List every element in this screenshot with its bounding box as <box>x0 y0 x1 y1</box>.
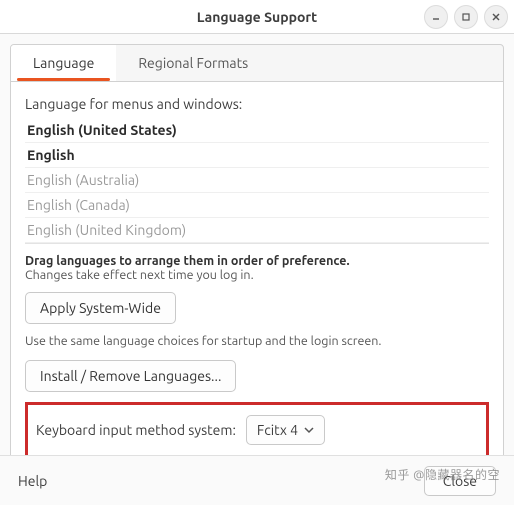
close-label: Close <box>443 473 477 489</box>
language-panel: Language for menus and windows: English … <box>10 82 504 477</box>
help-button[interactable]: Help <box>18 473 47 489</box>
list-item[interactable]: English (United States) <box>25 118 489 143</box>
keyboard-input-method-row: Keyboard input method system: Fcitx 4 <box>25 402 489 458</box>
tab-regional-label: Regional Formats <box>138 55 248 71</box>
tab-bar: Language Regional Formats <box>10 44 504 82</box>
install-remove-languages-button[interactable]: Install / Remove Languages... <box>25 360 236 392</box>
list-item[interactable]: English (Canada) <box>25 193 489 218</box>
list-item[interactable]: English (United Kingdom) <box>25 218 489 243</box>
window-controls <box>424 5 514 29</box>
dialog-footer: Help Close <box>0 455 514 505</box>
content-area: Language Regional Formats Language for m… <box>0 34 514 477</box>
apply-button-label: Apply System-Wide <box>40 300 161 316</box>
tab-language[interactable]: Language <box>11 45 116 81</box>
install-button-label: Install / Remove Languages... <box>40 368 221 384</box>
apply-note: Use the same language choices for startu… <box>25 334 489 348</box>
list-item[interactable]: English <box>25 143 489 168</box>
chevron-down-icon <box>304 425 314 435</box>
language-list: English (United States) English English … <box>25 118 489 244</box>
close-button[interactable]: Close <box>424 466 496 496</box>
titlebar: Language Support <box>0 0 514 34</box>
effect-hint: Changes take effect next time you log in… <box>25 268 489 282</box>
menu-language-label: Language for menus and windows: <box>25 96 489 112</box>
apply-system-wide-button[interactable]: Apply System-Wide <box>25 292 176 324</box>
close-window-button[interactable] <box>484 5 508 29</box>
help-label: Help <box>18 473 47 489</box>
list-item[interactable]: English (Australia) <box>25 168 489 193</box>
minimize-button[interactable] <box>424 5 448 29</box>
input-method-dropdown[interactable]: Fcitx 4 <box>246 415 325 445</box>
maximize-button[interactable] <box>454 5 478 29</box>
input-method-value: Fcitx 4 <box>257 422 298 438</box>
tab-language-label: Language <box>33 55 94 71</box>
drag-hint: Drag languages to arrange them in order … <box>25 254 489 268</box>
input-method-label: Keyboard input method system: <box>36 422 236 438</box>
tab-regional-formats[interactable]: Regional Formats <box>116 45 270 81</box>
